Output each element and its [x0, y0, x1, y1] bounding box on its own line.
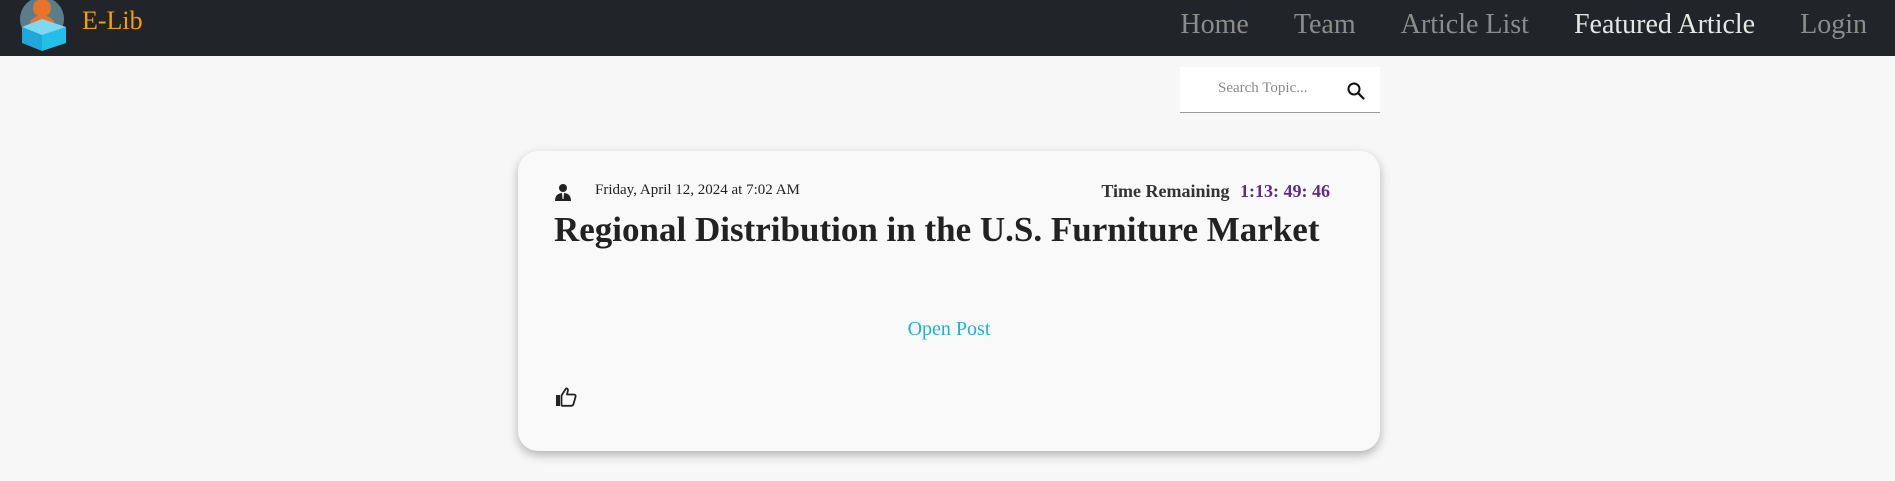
search-input[interactable]	[1216, 79, 1340, 98]
nav-article-list[interactable]: Article List	[1401, 9, 1529, 41]
nav-team[interactable]: Team	[1294, 9, 1356, 41]
time-remaining: Time Remaining 1:13: 49: 46	[1101, 181, 1330, 202]
search-box	[1180, 67, 1380, 113]
navbar: E-Lib Home Team Article List Featured Ar…	[0, 0, 1895, 56]
nav-featured-article[interactable]: Featured Article	[1574, 9, 1755, 41]
user-icon	[555, 184, 571, 201]
time-remaining-label: Time Remaining	[1101, 181, 1230, 201]
brand-name: E-Lib	[82, 6, 143, 35]
book-reader-logo-icon	[20, 0, 66, 51]
featured-article-card: Friday, April 12, 2024 at 7:02 AM Time R…	[518, 151, 1380, 451]
nav-login[interactable]: Login	[1800, 9, 1867, 41]
nav-home[interactable]: Home	[1180, 9, 1248, 41]
time-remaining-countdown: 1:13: 49: 46	[1240, 181, 1330, 201]
post-title: Regional Distribution in the U.S. Furnit…	[554, 210, 1320, 249]
brand-link[interactable]: E-Lib	[18, 0, 143, 56]
search-icon[interactable]	[1346, 81, 1366, 101]
open-post-link[interactable]: Open Post	[518, 318, 1380, 341]
thumbs-up-icon[interactable]	[554, 385, 578, 409]
post-date: Friday, April 12, 2024 at 7:02 AM	[595, 182, 800, 198]
nav-links: Home Team Article List Featured Article …	[1135, 0, 1895, 56]
